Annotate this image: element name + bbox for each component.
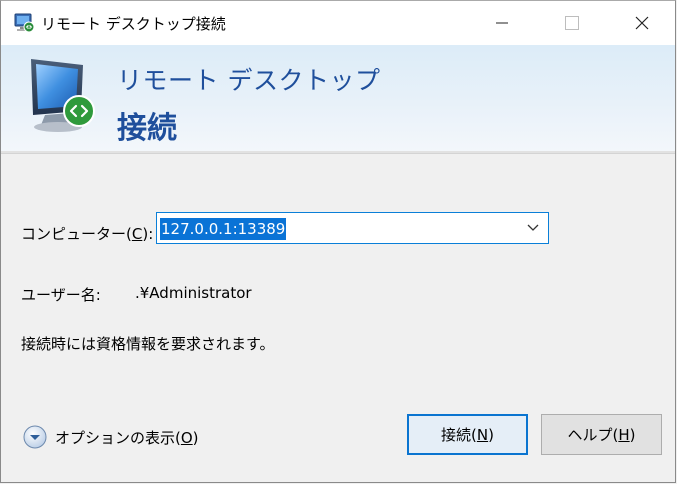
title-bar[interactable]: リモート デスクトップ接続 <box>1 1 675 45</box>
username-value: .¥Administrator <box>135 284 252 302</box>
connect-button[interactable]: 接続(N) <box>407 414 528 455</box>
chevron-down-icon[interactable] <box>526 223 540 233</box>
expand-circle-icon[interactable] <box>23 425 47 449</box>
close-button[interactable] <box>619 1 665 45</box>
remote-desktop-window: リモート デスクトップ接続 リモート デスクトップ 接続 コンピューター(C):… <box>0 0 676 483</box>
maximize-button[interactable] <box>549 1 595 45</box>
show-options-toggle[interactable]: オプションの表示(O) <box>23 425 199 449</box>
show-options-label[interactable]: オプションの表示(O) <box>55 427 199 448</box>
minimize-button[interactable] <box>479 1 525 45</box>
banner-title-line1: リモート デスクトップ <box>117 66 381 95</box>
help-button[interactable]: ヘルプ(H) <box>541 414 662 455</box>
computer-combobox[interactable]: 127.0.0.1:13389 <box>156 212 549 244</box>
maximize-icon <box>565 16 579 30</box>
banner-divider-shadow <box>1 153 675 154</box>
username-label: ユーザー名: <box>21 286 101 304</box>
window-title: リモート デスクトップ接続 <box>41 15 226 33</box>
computer-label: コンピューター(C): <box>21 225 154 243</box>
banner-title-line2: 接続 <box>117 111 177 146</box>
computer-input-value[interactable]: 127.0.0.1:13389 <box>160 218 287 240</box>
close-icon <box>635 16 649 30</box>
monitor-icon <box>31 59 95 132</box>
minimize-icon <box>496 22 508 24</box>
header-banner: リモート デスクトップ 接続 <box>1 45 675 151</box>
credential-info-text: 接続時には資格情報を要求されます。 <box>21 335 275 353</box>
remote-desktop-icon <box>14 13 35 33</box>
